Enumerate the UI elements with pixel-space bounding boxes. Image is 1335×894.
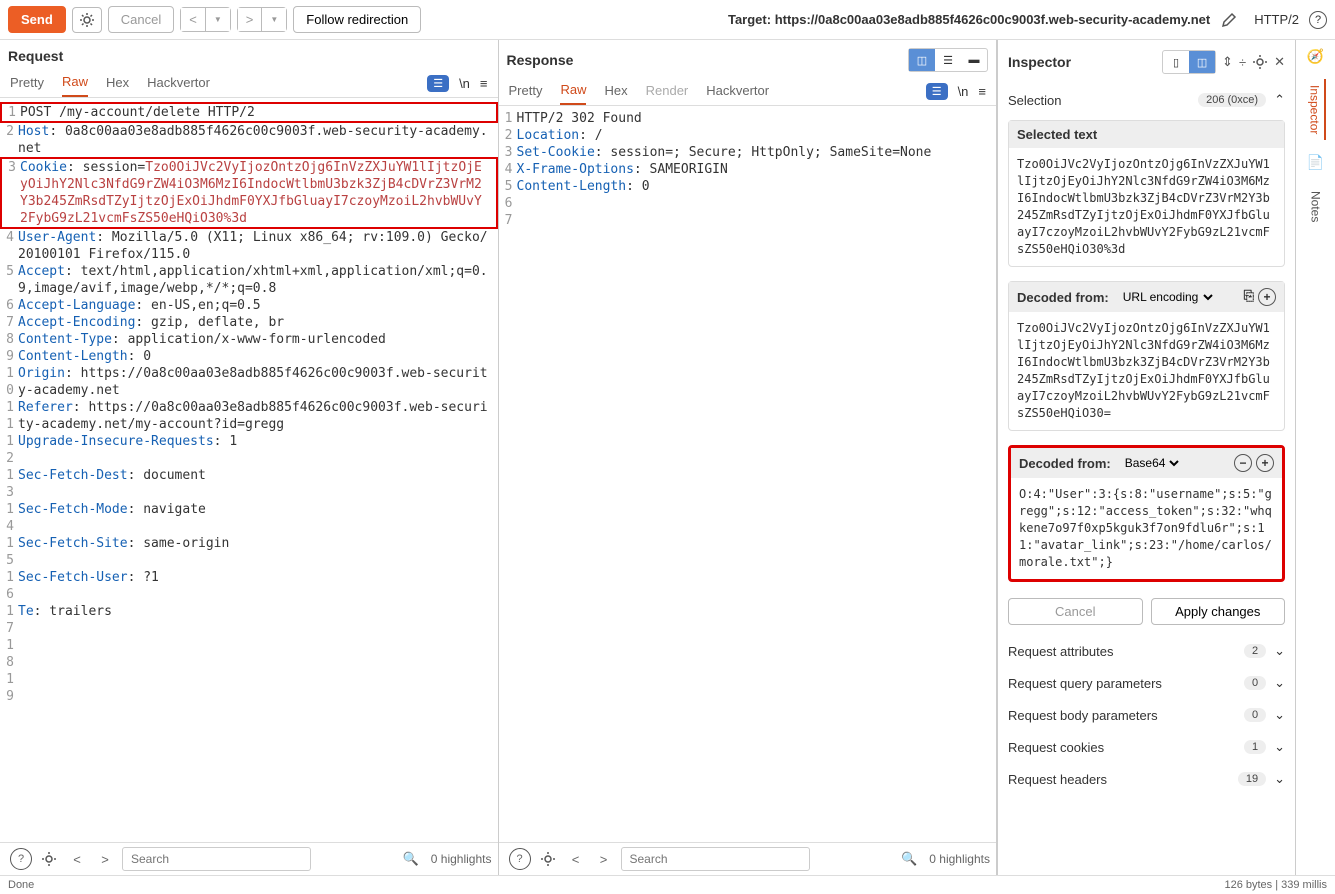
newline-toggle[interactable]: \n bbox=[958, 84, 969, 99]
edit-target-button[interactable] bbox=[1216, 7, 1242, 33]
tab-pretty[interactable]: Pretty bbox=[10, 75, 44, 96]
response-title: Response bbox=[507, 52, 574, 68]
inspector-panel: Inspector ▯ ◫ ⇕ ÷ ✕ Selection 206 (0xce)… bbox=[997, 40, 1295, 875]
tab-hex[interactable]: Hex bbox=[604, 83, 627, 104]
back-button[interactable]: < bbox=[181, 8, 206, 31]
prev-match-icon[interactable]: < bbox=[66, 848, 88, 870]
selection-size-badge: 206 (0xce) bbox=[1198, 93, 1266, 107]
inspector-section[interactable]: Request cookies1⌄ bbox=[998, 731, 1295, 763]
request-search-input[interactable] bbox=[122, 847, 311, 871]
tab-raw[interactable]: Raw bbox=[62, 74, 88, 97]
plus-icon[interactable]: + bbox=[1256, 454, 1274, 472]
status-right: 126 bytes | 339 millis bbox=[1224, 879, 1327, 891]
decoded-url-select[interactable]: URL encoding bbox=[1119, 289, 1216, 305]
inspector-layout-toggle[interactable]: ▯ ◫ bbox=[1162, 50, 1216, 74]
request-tabs: Pretty Raw Hex Hackvertor ☰ \n ≡ bbox=[0, 64, 498, 98]
top-toolbar: Send Cancel < ▼ > ▼ Follow redirection T… bbox=[0, 0, 1335, 40]
tab-raw[interactable]: Raw bbox=[560, 82, 586, 105]
cancel-button[interactable]: Cancel bbox=[108, 6, 174, 33]
tab-pretty[interactable]: Pretty bbox=[509, 83, 543, 104]
tab-render[interactable]: Render bbox=[646, 83, 689, 104]
sidebar-tab-inspector[interactable]: Inspector bbox=[1306, 79, 1326, 140]
request-title: Request bbox=[8, 48, 63, 64]
help-button[interactable]: ? bbox=[1309, 11, 1327, 29]
help-icon[interactable]: ? bbox=[509, 848, 531, 870]
decoded-base64-header: Decoded from: Base64 −+ bbox=[1011, 448, 1282, 478]
decoded-base64-select[interactable]: Base64 bbox=[1121, 455, 1182, 471]
inspector-section[interactable]: Request query parameters0⌄ bbox=[998, 667, 1295, 699]
request-editor[interactable]: 1POST /my-account/delete HTTP/22Host: 0a… bbox=[0, 98, 498, 842]
actions-button[interactable]: ☰ bbox=[427, 75, 449, 92]
wrap-toggle[interactable]: ≡ bbox=[978, 84, 986, 99]
settings-icon[interactable] bbox=[537, 848, 559, 870]
search-icon: 🔍 bbox=[403, 851, 419, 867]
collapse-icon[interactable]: ÷ bbox=[1239, 55, 1246, 70]
follow-redirection-button[interactable]: Follow redirection bbox=[293, 6, 421, 33]
wrap-toggle[interactable]: ≡ bbox=[480, 76, 488, 91]
send-options-button[interactable] bbox=[72, 7, 102, 33]
actions-button[interactable]: ☰ bbox=[926, 83, 948, 100]
history-nav: < ▼ bbox=[180, 7, 231, 32]
pencil-icon bbox=[1220, 11, 1238, 29]
layout-combined-icon[interactable]: ▬ bbox=[961, 49, 987, 71]
gear-icon bbox=[79, 12, 95, 28]
history-nav-fwd: > ▼ bbox=[237, 7, 288, 32]
response-pane: Response ◫ ☰ ▬ Pretty Raw Hex Render Hackver… bbox=[499, 40, 998, 875]
decoded-base64-value[interactable]: O:4:"User":3:{s:8:"username";s:5:"gregg"… bbox=[1011, 478, 1282, 579]
forward-button[interactable]: > bbox=[238, 8, 263, 31]
layout-a-icon[interactable]: ▯ bbox=[1163, 51, 1189, 73]
copy-icon[interactable]: ⎘ bbox=[1244, 288, 1254, 306]
inspector-cancel-button[interactable]: Cancel bbox=[1008, 598, 1143, 625]
sidebar-tab-notes[interactable]: Notes bbox=[1307, 185, 1325, 228]
target-label: Target: https://0a8c00aa03e8adb885f4626c… bbox=[728, 12, 1210, 27]
search-icon: 🔍 bbox=[901, 851, 917, 867]
apply-changes-button[interactable]: Apply changes bbox=[1151, 598, 1286, 625]
minus-icon[interactable]: − bbox=[1234, 454, 1252, 472]
layout-rows-icon[interactable]: ☰ bbox=[935, 49, 961, 71]
forward-dropdown[interactable]: ▼ bbox=[262, 8, 286, 31]
response-highlights: 0 highlights bbox=[929, 852, 990, 866]
send-button[interactable]: Send bbox=[8, 6, 66, 33]
chevron-up-icon[interactable]: ⌃ bbox=[1274, 92, 1285, 108]
notes-tab-icon: 📄 bbox=[1307, 154, 1324, 171]
selection-label: Selection bbox=[1008, 93, 1198, 108]
inspector-section[interactable]: Request attributes2⌄ bbox=[998, 635, 1295, 667]
back-dropdown[interactable]: ▼ bbox=[206, 8, 230, 31]
selected-text-value[interactable]: Tzo0OiJVc2VyIjozOntzOjg6InVzZXJuYW1lIjtz… bbox=[1009, 148, 1284, 266]
request-pane: Request Pretty Raw Hex Hackvertor ☰ \n ≡ 1P… bbox=[0, 40, 499, 875]
tab-hackvertor[interactable]: Hackvertor bbox=[147, 75, 210, 96]
help-icon[interactable]: ? bbox=[10, 848, 32, 870]
settings-icon[interactable] bbox=[38, 848, 60, 870]
protocol-label: HTTP/2 bbox=[1254, 12, 1299, 27]
inspector-title: Inspector bbox=[1008, 54, 1156, 70]
next-match-icon[interactable]: > bbox=[593, 848, 615, 870]
status-bar: Done 126 bytes | 339 millis bbox=[0, 875, 1335, 894]
request-highlights: 0 highlights bbox=[431, 852, 492, 866]
response-search-input[interactable] bbox=[621, 847, 810, 871]
next-match-icon[interactable]: > bbox=[94, 848, 116, 870]
tab-hackvertor[interactable]: Hackvertor bbox=[706, 83, 769, 104]
close-icon[interactable]: ✕ bbox=[1274, 54, 1285, 70]
layout-columns-icon[interactable]: ◫ bbox=[909, 49, 935, 71]
decoded-url-header: Decoded from: URL encoding ⎘+ bbox=[1009, 282, 1284, 312]
selected-text-header: Selected text bbox=[1009, 121, 1284, 148]
right-sidebar: 🧭 Inspector 📄 Notes bbox=[1295, 40, 1335, 875]
response-tabs: Pretty Raw Hex Render Hackvertor ☰ \n ≡ bbox=[499, 72, 997, 106]
inspector-gear-icon[interactable] bbox=[1252, 54, 1268, 70]
layout-toggle[interactable]: ◫ ☰ ▬ bbox=[908, 48, 988, 72]
inspector-tab-icon: 🧭 bbox=[1307, 48, 1324, 65]
inspector-section[interactable]: Request headers19⌄ bbox=[998, 763, 1295, 795]
layout-b-icon[interactable]: ◫ bbox=[1189, 51, 1215, 73]
response-editor[interactable]: 1HTTP/2 302 Found2Location: /3Set-Cookie… bbox=[499, 106, 997, 842]
tab-hex[interactable]: Hex bbox=[106, 75, 129, 96]
add-icon[interactable]: + bbox=[1258, 288, 1276, 306]
newline-toggle[interactable]: \n bbox=[459, 76, 470, 91]
expand-icon[interactable]: ⇕ bbox=[1222, 54, 1233, 70]
status-left: Done bbox=[8, 879, 34, 891]
prev-match-icon[interactable]: < bbox=[565, 848, 587, 870]
decoded-url-value[interactable]: Tzo0OiJVc2VyIjozOntzOjg6InVzZXJuYW1lIjtz… bbox=[1009, 312, 1284, 430]
inspector-section[interactable]: Request body parameters0⌄ bbox=[998, 699, 1295, 731]
